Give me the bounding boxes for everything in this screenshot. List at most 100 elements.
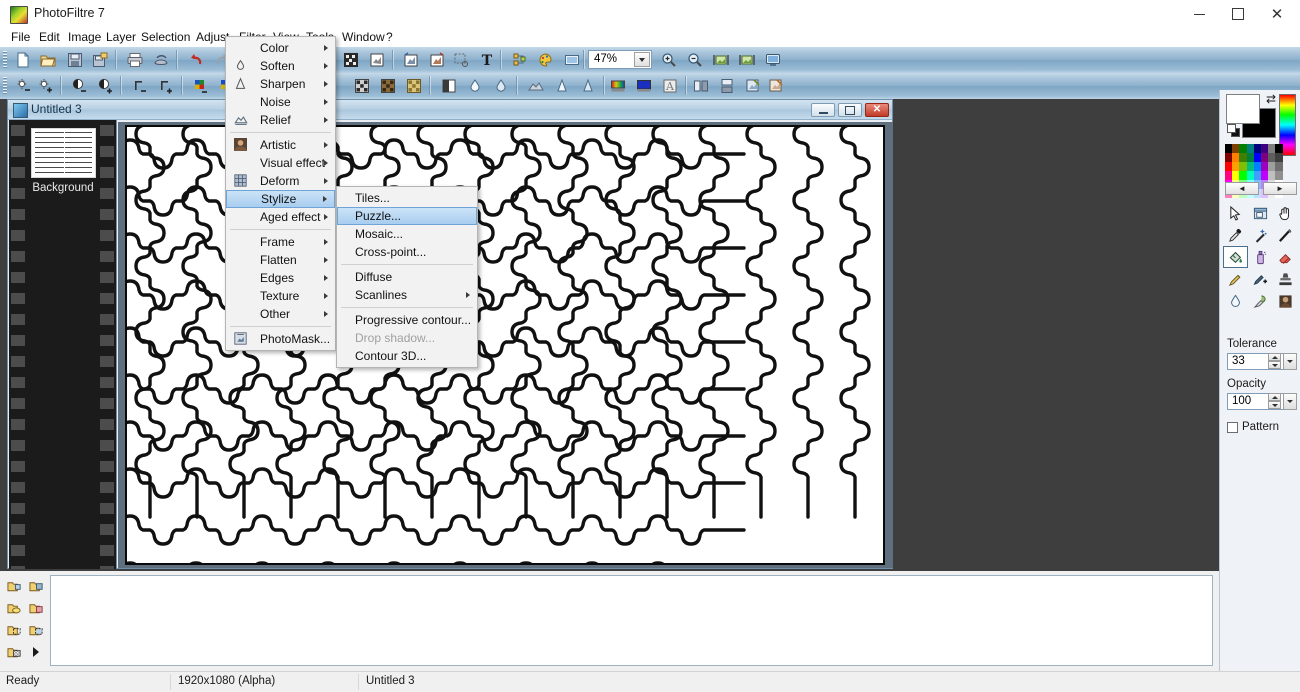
palette-swatch[interactable]	[1225, 144, 1233, 153]
artistic-icon[interactable]: A	[659, 75, 681, 97]
menu-item-visual-effect[interactable]: Visual effect	[226, 154, 335, 172]
rotate-right-icon[interactable]	[426, 49, 448, 71]
eraser-icon[interactable]	[1273, 246, 1298, 268]
palette-swatch[interactable]	[1275, 144, 1283, 153]
menu-item-deform[interactable]: Deform	[226, 172, 335, 190]
menu-item-relief[interactable]: Relief	[226, 111, 335, 129]
menu-item-noise[interactable]: Noise	[226, 93, 335, 111]
hand-pan-icon[interactable]	[1273, 202, 1298, 224]
palette-swatch[interactable]	[1246, 162, 1254, 171]
image-size-icon[interactable]	[366, 49, 388, 71]
expand-arrow-icon[interactable]	[25, 641, 47, 663]
line-icon[interactable]	[1273, 224, 1298, 246]
tolerance-stepper[interactable]	[1268, 353, 1281, 370]
menu-item-soften[interactable]: Soften	[226, 57, 335, 75]
opacity-increase-button[interactable]	[1268, 393, 1281, 401]
palette-swatch[interactable]	[1275, 162, 1283, 171]
palette-swatch[interactable]	[1268, 171, 1276, 180]
print-preview-icon[interactable]	[150, 49, 172, 71]
pattern-checkbox[interactable]	[1227, 421, 1238, 433]
menu-help[interactable]: ?	[379, 28, 400, 47]
brightness-plus-icon[interactable]	[34, 75, 56, 97]
transparency-layer-icon[interactable]	[3, 641, 25, 663]
palette-next-button[interactable]: ►	[1263, 182, 1297, 195]
menu-item-texture[interactable]: Texture	[226, 287, 335, 305]
new-document-icon[interactable]	[12, 49, 34, 71]
palette-swatch[interactable]	[1232, 144, 1240, 153]
menu-item-stylize[interactable]: Stylize	[226, 190, 335, 208]
palette-swatch[interactable]	[1232, 171, 1240, 180]
pattern-checkbox-row[interactable]: Pattern	[1227, 421, 1279, 433]
palette-swatch[interactable]	[1253, 171, 1261, 180]
opacity-decrease-button[interactable]	[1268, 401, 1281, 409]
menu-item-mosaic[interactable]: Mosaic...	[337, 225, 477, 243]
swap-colors-icon[interactable]: ⇄	[1266, 93, 1280, 106]
palette-swatch[interactable]	[1268, 162, 1276, 171]
opacity-stepper[interactable]	[1268, 393, 1281, 410]
document-restore-button[interactable]	[838, 103, 862, 117]
fit-image-icon[interactable]	[710, 49, 732, 71]
save-layer-icon[interactable]	[25, 597, 47, 619]
layers-icon[interactable]	[509, 49, 531, 71]
duplicate-layer-icon[interactable]	[25, 575, 47, 597]
brush-plus-icon[interactable]	[1248, 268, 1273, 290]
spray-can-icon[interactable]	[1248, 246, 1273, 268]
stamp-icon[interactable]	[1273, 268, 1298, 290]
palette-swatch[interactable]	[1275, 153, 1283, 162]
menu-item-contour-3d[interactable]: Contour 3D...	[337, 347, 477, 365]
dither-icon[interactable]	[351, 75, 373, 97]
halftone-icon[interactable]	[377, 75, 399, 97]
magic-wand-icon[interactable]	[1248, 224, 1273, 246]
toolbar-grip[interactable]	[3, 51, 7, 69]
contrast-plus-icon[interactable]	[94, 75, 116, 97]
palette-swatch[interactable]	[1232, 162, 1240, 171]
reset-colors-icon[interactable]	[1227, 124, 1241, 138]
palette-swatch[interactable]	[1246, 153, 1254, 162]
menu-item-flatten[interactable]: Flatten	[226, 251, 335, 269]
palette-swatch[interactable]	[1246, 171, 1254, 180]
palette-swatch[interactable]	[1232, 153, 1240, 162]
palette-swatch[interactable]	[1239, 171, 1247, 180]
grayscale-icon[interactable]	[438, 75, 460, 97]
palette-swatch[interactable]	[1253, 153, 1261, 162]
gamma-minus-icon[interactable]	[129, 75, 151, 97]
menu-item-sharpen[interactable]: Sharpen	[226, 75, 335, 93]
palette-icon[interactable]	[535, 49, 557, 71]
menu-selection[interactable]: Selection	[134, 28, 197, 47]
palette-swatch[interactable]	[1253, 144, 1261, 153]
sharpen-more-icon[interactable]	[577, 75, 599, 97]
blur-icon[interactable]	[464, 75, 486, 97]
tolerance-increase-button[interactable]	[1268, 353, 1281, 361]
history-pane[interactable]	[50, 575, 1213, 666]
sepia-icon[interactable]	[403, 75, 425, 97]
palette-swatch[interactable]	[1260, 162, 1269, 171]
palette-swatch[interactable]	[1225, 153, 1233, 162]
palette-swatch[interactable]	[1260, 153, 1269, 162]
palette-swatch[interactable]	[1260, 144, 1269, 153]
toolbar-grip[interactable]	[3, 77, 7, 95]
text-tool-icon[interactable]: T	[476, 49, 498, 71]
menu-item-tiles[interactable]: Tiles...	[337, 189, 477, 207]
menu-item-diffuse[interactable]: Diffuse	[337, 268, 477, 286]
menu-item-progressive-contour[interactable]: Progressive contour...	[337, 311, 477, 329]
zoom-combo[interactable]: 47%	[588, 50, 652, 69]
full-screen-icon[interactable]	[762, 49, 784, 71]
sharpen-icon[interactable]	[551, 75, 573, 97]
crop-icon[interactable]	[450, 49, 472, 71]
document-minimize-button[interactable]	[811, 103, 835, 117]
tolerance-decrease-button[interactable]	[1268, 361, 1281, 369]
menu-item-cross-point[interactable]: Cross-point...	[337, 243, 477, 261]
save-as-icon[interactable]	[89, 49, 111, 71]
pointer-select-icon[interactable]	[1223, 202, 1248, 224]
menu-item-puzzle[interactable]: Puzzle...	[337, 207, 477, 225]
selection-from-layer-icon[interactable]	[25, 619, 47, 641]
rotate-left-icon[interactable]	[400, 49, 422, 71]
smudge-icon[interactable]	[1248, 290, 1273, 312]
window-close-button[interactable]: ✕	[1254, 0, 1300, 28]
palette-swatch[interactable]	[1246, 144, 1254, 153]
blur-drop-icon[interactable]	[1223, 290, 1248, 312]
layer-thumbnail[interactable]	[31, 128, 96, 178]
photomask2-icon[interactable]	[765, 75, 787, 97]
color-fill-icon[interactable]	[633, 75, 655, 97]
tolerance-dropdown-button[interactable]	[1283, 353, 1297, 370]
